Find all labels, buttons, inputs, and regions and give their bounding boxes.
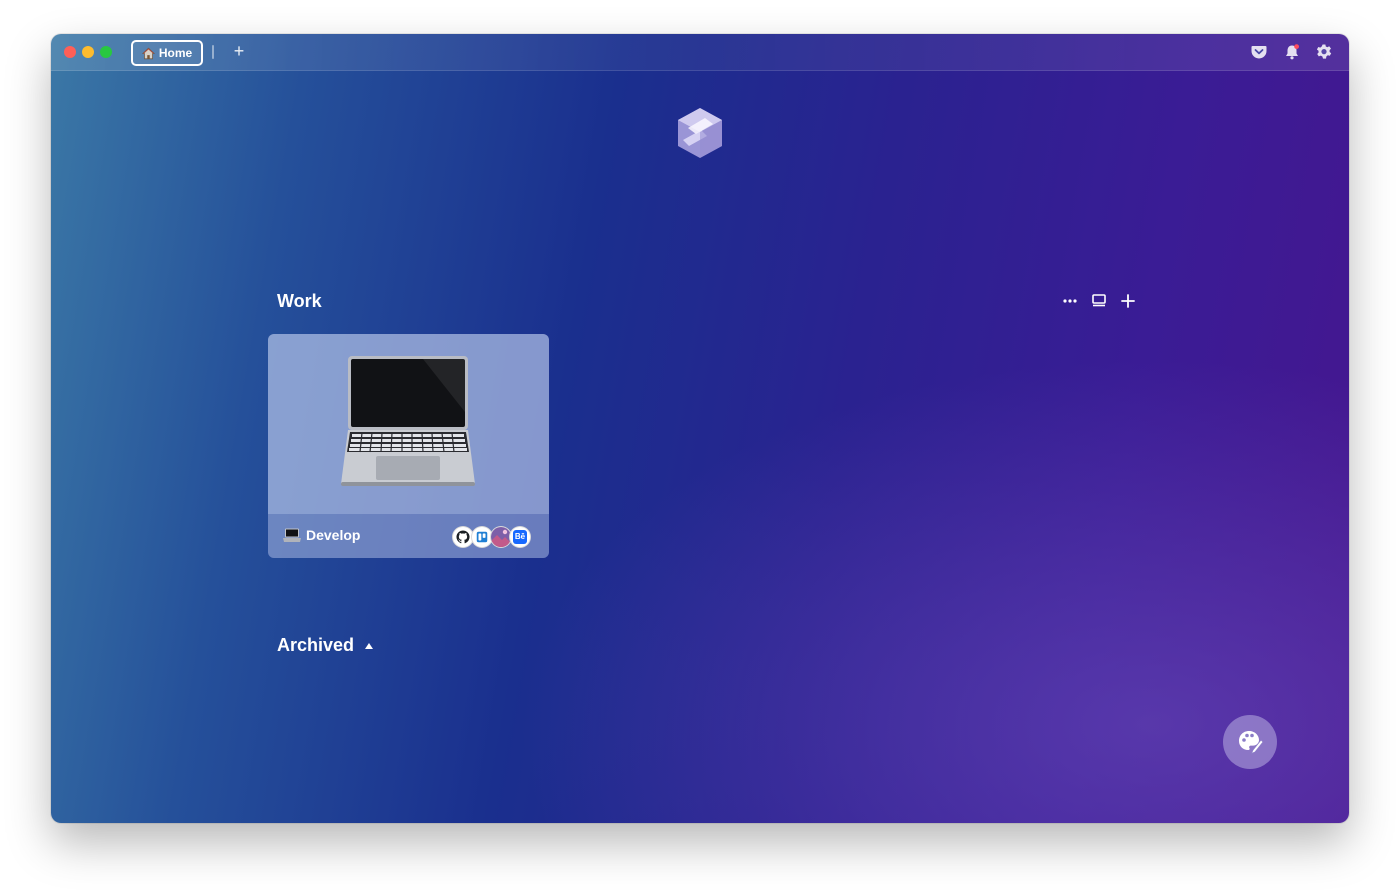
tab-home-label: Home — [158, 46, 193, 60]
tab-home[interactable]: Home — [131, 40, 203, 66]
customize-button[interactable] — [1223, 715, 1277, 769]
trello-icon — [476, 531, 488, 543]
space-card-develop[interactable]: Develop Bē — [268, 334, 549, 558]
behance-link[interactable]: Bē — [509, 526, 531, 548]
card-link-icons: Bē — [452, 526, 531, 548]
titlebar: Home + — [51, 34, 1349, 71]
github-icon — [456, 530, 470, 544]
image-icon — [491, 527, 511, 547]
plus-icon[interactable] — [1119, 292, 1137, 310]
gear-icon[interactable] — [1315, 43, 1333, 61]
section-title-work: Work — [277, 291, 322, 311]
behance-icon: Bē — [513, 530, 527, 544]
laptop-icon — [283, 528, 301, 542]
bell-icon[interactable] — [1283, 43, 1301, 61]
app-window: Home + Work Develop Bē Archived — [51, 34, 1349, 823]
section-title-archived[interactable]: Archived — [277, 635, 354, 656]
pocket-icon[interactable] — [1250, 43, 1268, 61]
maximize-window-button[interactable] — [100, 46, 112, 58]
close-window-button[interactable] — [64, 46, 76, 58]
laptop-icon — [341, 356, 475, 486]
palette-icon — [1239, 731, 1264, 755]
app-logo-icon — [678, 108, 722, 158]
house-icon — [141, 47, 155, 59]
work-section-actions — [1061, 290, 1137, 312]
tab-divider — [212, 45, 214, 59]
new-tab-button[interactable]: + — [229, 40, 249, 62]
card-label: Develop — [306, 527, 361, 543]
caret-up-icon[interactable] — [364, 642, 374, 650]
minimize-window-button[interactable] — [82, 46, 94, 58]
more-icon[interactable] — [1061, 292, 1079, 310]
display-icon[interactable] — [1090, 292, 1108, 310]
card-cover — [268, 334, 549, 514]
